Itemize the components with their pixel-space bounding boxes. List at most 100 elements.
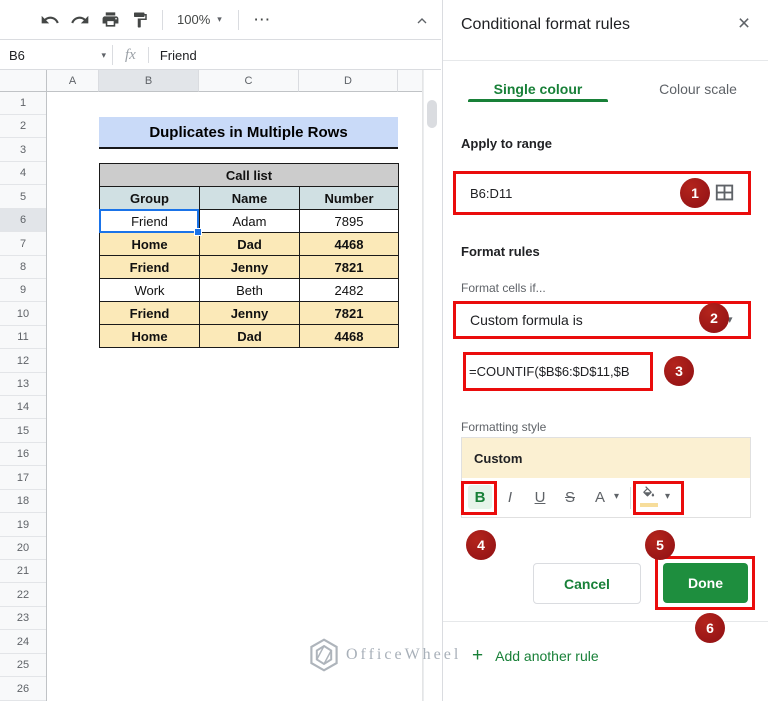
- cell-d6[interactable]: 7895: [300, 210, 399, 233]
- cell-d10[interactable]: 7821: [300, 302, 399, 325]
- italic-button[interactable]: I: [498, 485, 522, 509]
- formula-input[interactable]: Friend: [160, 48, 197, 63]
- style-toolbar-separator: [630, 487, 631, 509]
- row-header-24[interactable]: 24: [0, 631, 46, 654]
- close-panel-button[interactable]: ×: [731, 11, 757, 37]
- name-box-value: B6: [9, 48, 25, 63]
- select-data-range-button[interactable]: [715, 184, 734, 206]
- format-cells-if-label: Format cells if...: [461, 281, 546, 295]
- column-header-a[interactable]: A: [47, 70, 99, 92]
- row-header-8[interactable]: 8: [0, 256, 46, 279]
- redo-button[interactable]: [66, 6, 94, 34]
- table-row: Home Dad 4468: [100, 325, 399, 348]
- column-header-d[interactable]: D: [299, 70, 398, 92]
- custom-formula-input[interactable]: =COUNTIF($B$6:$D$11,$B: [467, 356, 649, 387]
- header-cell-group[interactable]: Group: [100, 187, 200, 210]
- table-row: Friend Jenny 7821: [100, 256, 399, 279]
- name-box[interactable]: B6 ▾: [0, 48, 112, 63]
- zoom-select[interactable]: 100% ▾: [171, 12, 228, 27]
- column-header-b[interactable]: B: [99, 70, 199, 92]
- row-header-25[interactable]: 25: [0, 654, 46, 677]
- row-header-13[interactable]: 13: [0, 373, 46, 396]
- add-another-rule-button[interactable]: + Add another rule: [472, 646, 599, 665]
- cell-c6[interactable]: Adam: [200, 210, 300, 233]
- step-badge-5: 5: [645, 530, 675, 560]
- done-button[interactable]: Done: [663, 563, 748, 603]
- undo-button[interactable]: [36, 6, 64, 34]
- column-header-c[interactable]: C: [199, 70, 299, 92]
- header-cell-number[interactable]: Number: [300, 187, 399, 210]
- print-button[interactable]: [96, 6, 124, 34]
- row-header-14[interactable]: 14: [0, 396, 46, 419]
- table-header-row: Group Name Number: [100, 187, 399, 210]
- row-header-20[interactable]: 20: [0, 537, 46, 560]
- vertical-scrollbar-thumb[interactable]: [427, 100, 437, 128]
- cancel-button[interactable]: Cancel: [533, 563, 641, 604]
- row-header-18[interactable]: 18: [0, 490, 46, 513]
- text-color-button[interactable]: A: [588, 485, 612, 509]
- officewheel-logo-icon: [306, 636, 342, 674]
- paint-format-button[interactable]: [126, 6, 154, 34]
- cell-b7[interactable]: Home: [100, 233, 200, 256]
- fill-handle[interactable]: [194, 228, 202, 236]
- row-header-11[interactable]: 11: [0, 326, 46, 349]
- cell-b11[interactable]: Home: [100, 325, 200, 348]
- print-icon: [101, 10, 120, 29]
- row-header-16[interactable]: 16: [0, 443, 46, 466]
- fx-icon: fx: [125, 47, 136, 64]
- formatting-style-box: Custom B I U S A ▾ ▾: [461, 437, 751, 518]
- underline-button[interactable]: U: [528, 485, 552, 509]
- cell-c10[interactable]: Jenny: [200, 302, 300, 325]
- cell-c11[interactable]: Dad: [200, 325, 300, 348]
- annotation-box-5: [633, 481, 684, 515]
- table-title-cell[interactable]: Call list: [100, 164, 399, 187]
- header-cell-name[interactable]: Name: [200, 187, 300, 210]
- grid-range-icon: [715, 184, 734, 201]
- row-header-6[interactable]: 6: [0, 209, 46, 232]
- chevron-down-icon: ▾: [614, 492, 619, 502]
- row-header-1[interactable]: 1: [0, 92, 46, 115]
- row-header-3[interactable]: 3: [0, 139, 46, 162]
- cell-c7[interactable]: Dad: [200, 233, 300, 256]
- more-icon: ⋯: [253, 10, 272, 30]
- row-header-17[interactable]: 17: [0, 467, 46, 490]
- row-header-21[interactable]: 21: [0, 560, 46, 583]
- row-header-19[interactable]: 19: [0, 514, 46, 537]
- toolbar-separator: [238, 10, 239, 30]
- cell-c9[interactable]: Beth: [200, 279, 300, 302]
- row-header-9[interactable]: 9: [0, 279, 46, 302]
- strikethrough-button[interactable]: S: [558, 485, 582, 509]
- watermark-text: OfficeWheel: [346, 646, 461, 664]
- condition-select[interactable]: Custom formula is: [459, 304, 689, 336]
- plus-icon: +: [472, 646, 483, 665]
- chevron-down-icon: ▾: [101, 51, 106, 60]
- cell-d7[interactable]: 4468: [300, 233, 399, 256]
- row-header-10[interactable]: 10: [0, 303, 46, 326]
- row-header-12[interactable]: 12: [0, 350, 46, 373]
- range-input[interactable]: B6:D11: [459, 174, 679, 212]
- row-header-2[interactable]: 2: [0, 115, 46, 138]
- row-header-23[interactable]: 23: [0, 607, 46, 630]
- cell-b10[interactable]: Friend: [100, 302, 200, 325]
- sheet-title-cell[interactable]: Duplicates in Multiple Rows: [99, 117, 398, 149]
- select-all-corner[interactable]: [0, 70, 47, 92]
- row-header-22[interactable]: 22: [0, 584, 46, 607]
- row-header-4[interactable]: 4: [0, 162, 46, 185]
- column-header-partial[interactable]: [398, 70, 423, 92]
- step-badge-1: 1: [680, 178, 710, 208]
- collapse-toolbar-button[interactable]: [410, 9, 434, 33]
- cell-d9[interactable]: 2482: [300, 279, 399, 302]
- row-header-5[interactable]: 5: [0, 186, 46, 209]
- tab-colour-scale[interactable]: Colour scale: [638, 81, 758, 97]
- cell-b9[interactable]: Work: [100, 279, 200, 302]
- tab-single-colour[interactable]: Single colour: [468, 81, 608, 97]
- row-headers: 1234567891011121314151617181920212223242…: [0, 92, 47, 701]
- row-header-15[interactable]: 15: [0, 420, 46, 443]
- cell-d11[interactable]: 4468: [300, 325, 399, 348]
- cell-c8[interactable]: Jenny: [200, 256, 300, 279]
- more-options-button[interactable]: ⋯: [249, 6, 277, 34]
- row-header-7[interactable]: 7: [0, 233, 46, 256]
- cell-d8[interactable]: 7821: [300, 256, 399, 279]
- row-header-26[interactable]: 26: [0, 678, 46, 701]
- cell-b8[interactable]: Friend: [100, 256, 200, 279]
